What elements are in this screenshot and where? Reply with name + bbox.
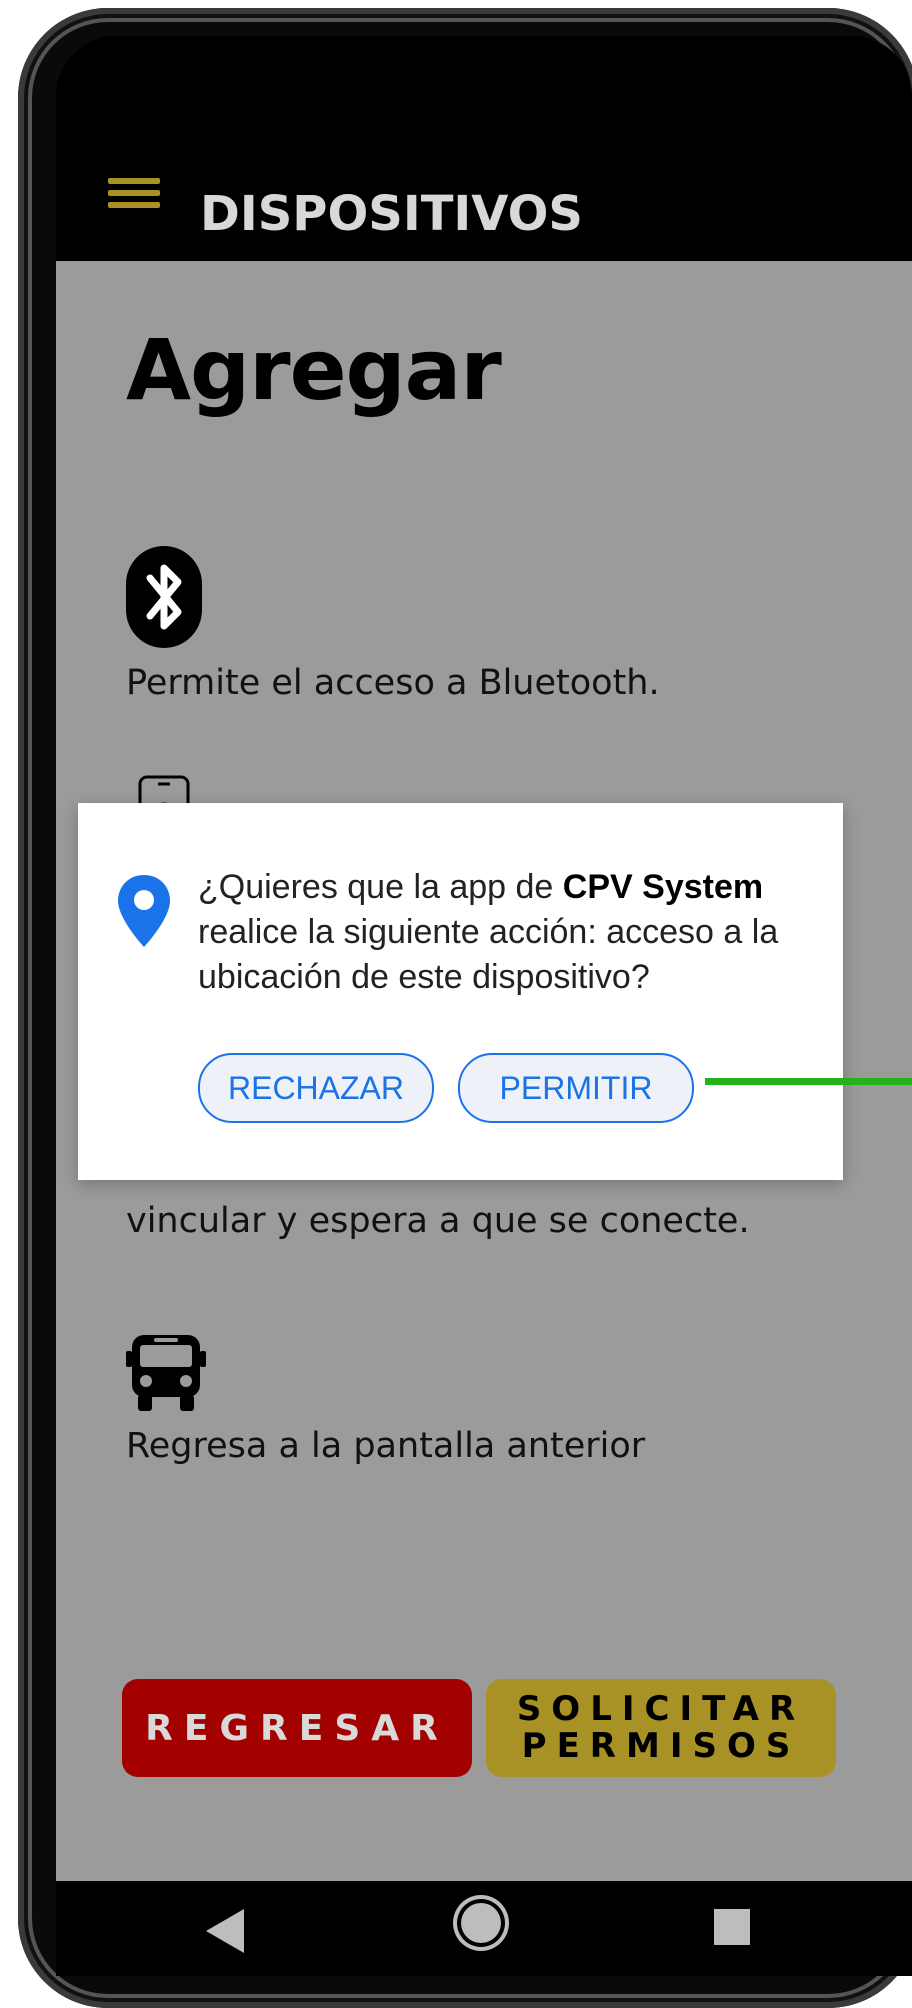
- page-title: Agregar: [126, 321, 502, 419]
- bus-icon: [126, 1335, 206, 1411]
- step-text-back: Regresa a la pantalla anterior: [126, 1426, 646, 1466]
- system-nav-bar: [56, 1881, 912, 1976]
- dialog-app-name: CPV System: [562, 868, 764, 906]
- app-bar-title: DISPOSITIVOS: [200, 186, 583, 242]
- step-text-link: vincular y espera a que se conecte.: [126, 1201, 750, 1241]
- location-permission-dialog: ¿Quieres que la app de CPV System realic…: [78, 803, 843, 1180]
- request-permissions-button[interactable]: SOLICITAR PERMISOS: [486, 1679, 836, 1777]
- nav-back-icon[interactable]: [206, 1909, 244, 1953]
- step-text-bluetooth: Permite el acceso a Bluetooth.: [126, 663, 660, 703]
- nav-recents-icon[interactable]: [714, 1909, 750, 1945]
- bluetooth-icon: [126, 546, 202, 648]
- request-permissions-line1: SOLICITAR: [516, 1689, 806, 1729]
- annotation-pointer-line: [705, 1078, 912, 1085]
- back-button[interactable]: REGRESAR: [122, 1679, 472, 1777]
- location-pin-icon: [118, 875, 170, 947]
- reject-button[interactable]: RECHAZAR: [198, 1053, 434, 1123]
- dialog-text-after: realice la siguiente acción: acceso a la…: [198, 913, 779, 996]
- hamburger-menu-icon[interactable]: [108, 178, 160, 212]
- app-bar: DISPOSITIVOS: [56, 36, 912, 261]
- allow-button[interactable]: PERMITIR: [458, 1053, 694, 1123]
- dialog-message: ¿Quieres que la app de CPV System realic…: [198, 865, 808, 1000]
- nav-home-icon[interactable]: [461, 1903, 501, 1943]
- dialog-text-before: ¿Quieres que la app de: [198, 868, 563, 906]
- request-permissions-line2: PERMISOS: [521, 1726, 801, 1766]
